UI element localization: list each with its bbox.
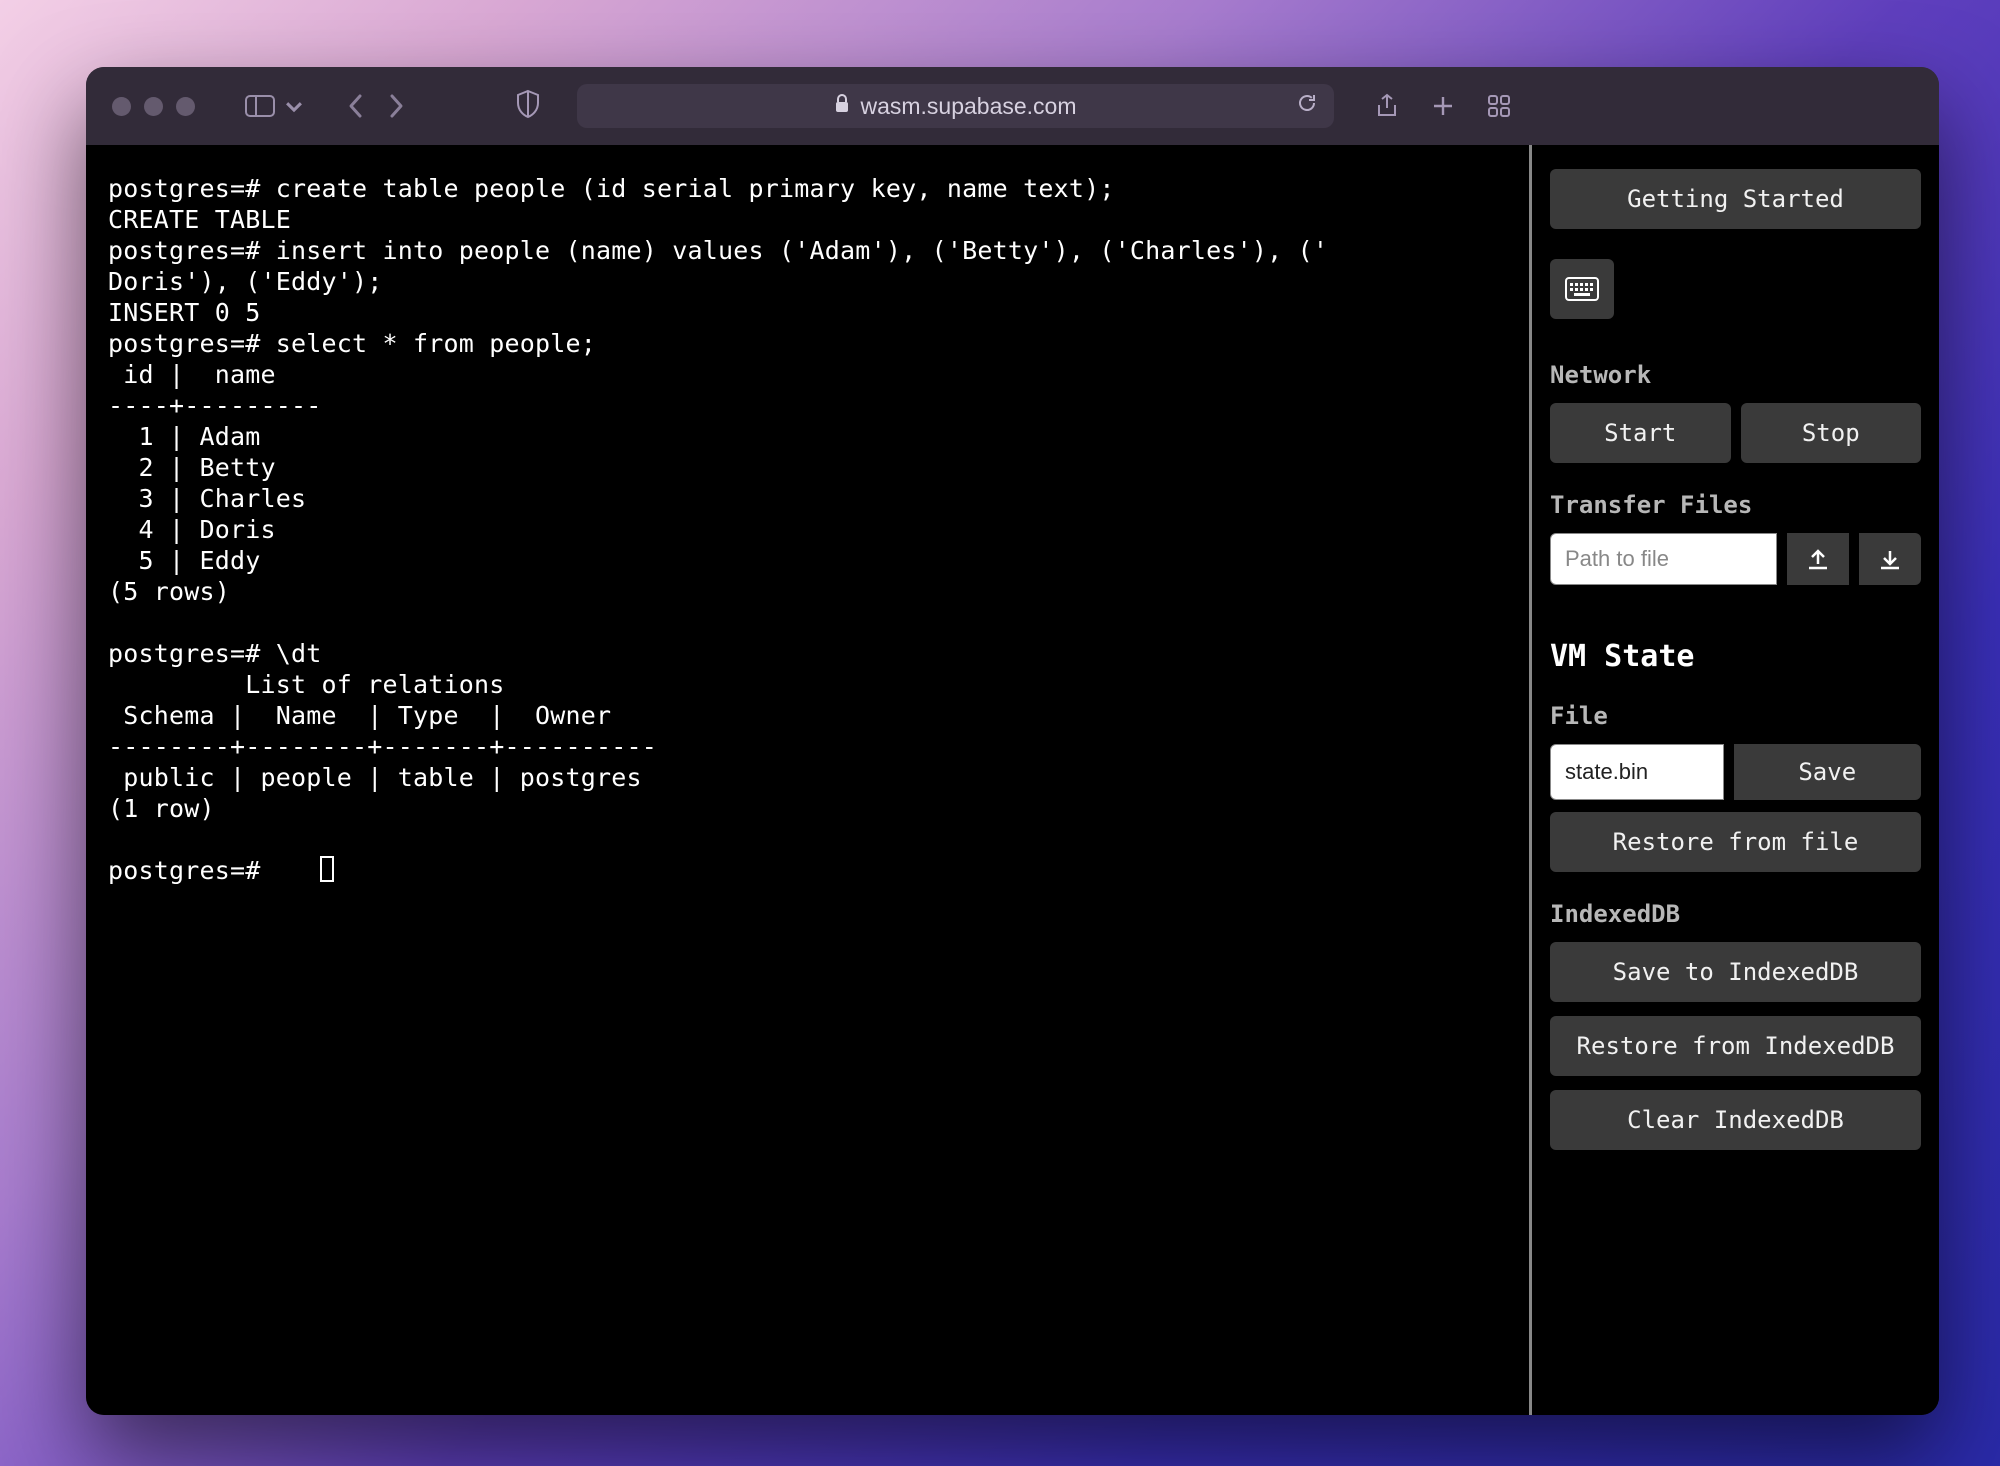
indexeddb-label: IndexedDB xyxy=(1550,900,1921,928)
network-start-button[interactable]: Start xyxy=(1550,403,1731,463)
url-bar[interactable]: wasm.supabase.com xyxy=(577,84,1334,128)
control-sidebar: Getting Started Network Start Stop Trans… xyxy=(1529,145,1939,1415)
upload-icon xyxy=(1805,546,1831,572)
page-content: postgres=# create table people (id seria… xyxy=(86,145,1939,1415)
toolbar-right xyxy=(1374,93,1512,119)
reload-button[interactable] xyxy=(1296,92,1318,120)
privacy-shield-button[interactable] xyxy=(515,89,541,124)
close-window-icon[interactable] xyxy=(112,97,131,116)
clear-indexeddb-button[interactable]: Clear IndexedDB xyxy=(1550,1090,1921,1150)
traffic-lights xyxy=(112,97,195,116)
chevron-down-icon xyxy=(279,95,309,117)
browser-toolbar: wasm.supabase.com xyxy=(86,67,1939,145)
tab-overview-button[interactable] xyxy=(1486,93,1512,119)
upload-button[interactable] xyxy=(1787,533,1849,585)
network-label: Network xyxy=(1550,361,1921,389)
terminal-output: postgres=# create table people (id seria… xyxy=(108,174,1328,823)
state-file-input[interactable] xyxy=(1550,744,1724,800)
save-state-button[interactable]: Save xyxy=(1734,744,1922,800)
terminal-prompt: postgres=# xyxy=(108,856,276,885)
minimize-window-icon[interactable] xyxy=(144,97,163,116)
url-text: wasm.supabase.com xyxy=(860,93,1076,120)
download-icon xyxy=(1877,546,1903,572)
reload-icon xyxy=(1296,92,1318,114)
network-stop-button[interactable]: Stop xyxy=(1741,403,1922,463)
browser-window: wasm.supabase.com postgres=# create tabl… xyxy=(86,67,1939,1415)
file-label: File xyxy=(1550,702,1921,730)
sidebar-icon xyxy=(245,95,275,117)
nav-arrows xyxy=(347,93,405,119)
lock-icon xyxy=(834,93,850,120)
transfer-files-label: Transfer Files xyxy=(1550,491,1921,519)
file-path-input[interactable] xyxy=(1550,533,1777,585)
getting-started-button[interactable]: Getting Started xyxy=(1550,169,1921,229)
keyboard-button[interactable] xyxy=(1550,259,1614,319)
shield-icon xyxy=(515,89,541,119)
terminal[interactable]: postgres=# create table people (id seria… xyxy=(86,145,1529,1415)
maximize-window-icon[interactable] xyxy=(176,97,195,116)
restore-indexeddb-button[interactable]: Restore from IndexedDB xyxy=(1550,1016,1921,1076)
vm-state-heading: VM State xyxy=(1550,639,1921,674)
back-button[interactable] xyxy=(347,93,365,119)
download-button[interactable] xyxy=(1859,533,1921,585)
save-indexeddb-button[interactable]: Save to IndexedDB xyxy=(1550,942,1921,1002)
share-button[interactable] xyxy=(1374,93,1400,119)
new-tab-button[interactable] xyxy=(1430,93,1456,119)
restore-from-file-button[interactable]: Restore from file xyxy=(1550,812,1921,872)
sidebar-toggle-button[interactable] xyxy=(245,95,309,117)
terminal-cursor xyxy=(320,856,334,882)
forward-button[interactable] xyxy=(387,93,405,119)
keyboard-icon xyxy=(1565,277,1599,301)
